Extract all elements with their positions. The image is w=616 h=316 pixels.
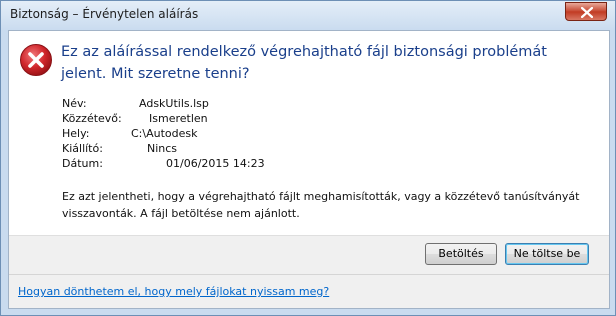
detail-label: Dátum: [62,157,103,170]
divider [9,274,609,275]
content-panel: Ez az aláírással rendelkező végrehajthat… [9,31,609,235]
detail-value: Nincs [147,142,178,155]
close-icon [581,7,593,18]
detail-value: AdskUtils.lsp [139,97,209,110]
detail-label: Név: [62,97,87,110]
dialog-body: Ez az aláírással rendelkező végrehajthat… [8,30,610,309]
title-bar[interactable]: Biztonság – Érvénytelen aláírás [1,1,615,29]
error-icon [20,44,52,76]
detail-label: Közzétevő: [62,112,122,125]
window-title: Biztonság – Érvénytelen aláírás [10,7,199,21]
help-link[interactable]: Hogyan dönthetem el, hogy mely fájlokat … [18,285,329,298]
security-dialog-window: Biztonság – Érvénytelen aláírás Ez az al… [0,0,616,316]
detail-value: 01/06/2015 14:23 [166,157,265,170]
close-button[interactable] [565,2,607,21]
detail-value: C:\Autodesk [131,127,198,140]
detail-label: Kiállító: [62,142,103,155]
divider [9,235,609,236]
detail-value: Ismeretlen [149,112,208,125]
detail-label: Hely: [62,127,90,140]
load-button[interactable]: Betöltés [425,243,497,265]
dialog-headline: Ez az aláírással rendelkező végrehajthat… [61,44,547,82]
do-not-load-button[interactable]: Ne töltse be [505,243,589,265]
warning-text: Ez azt jelentheti, hogy a végrehajtható … [62,190,580,220]
